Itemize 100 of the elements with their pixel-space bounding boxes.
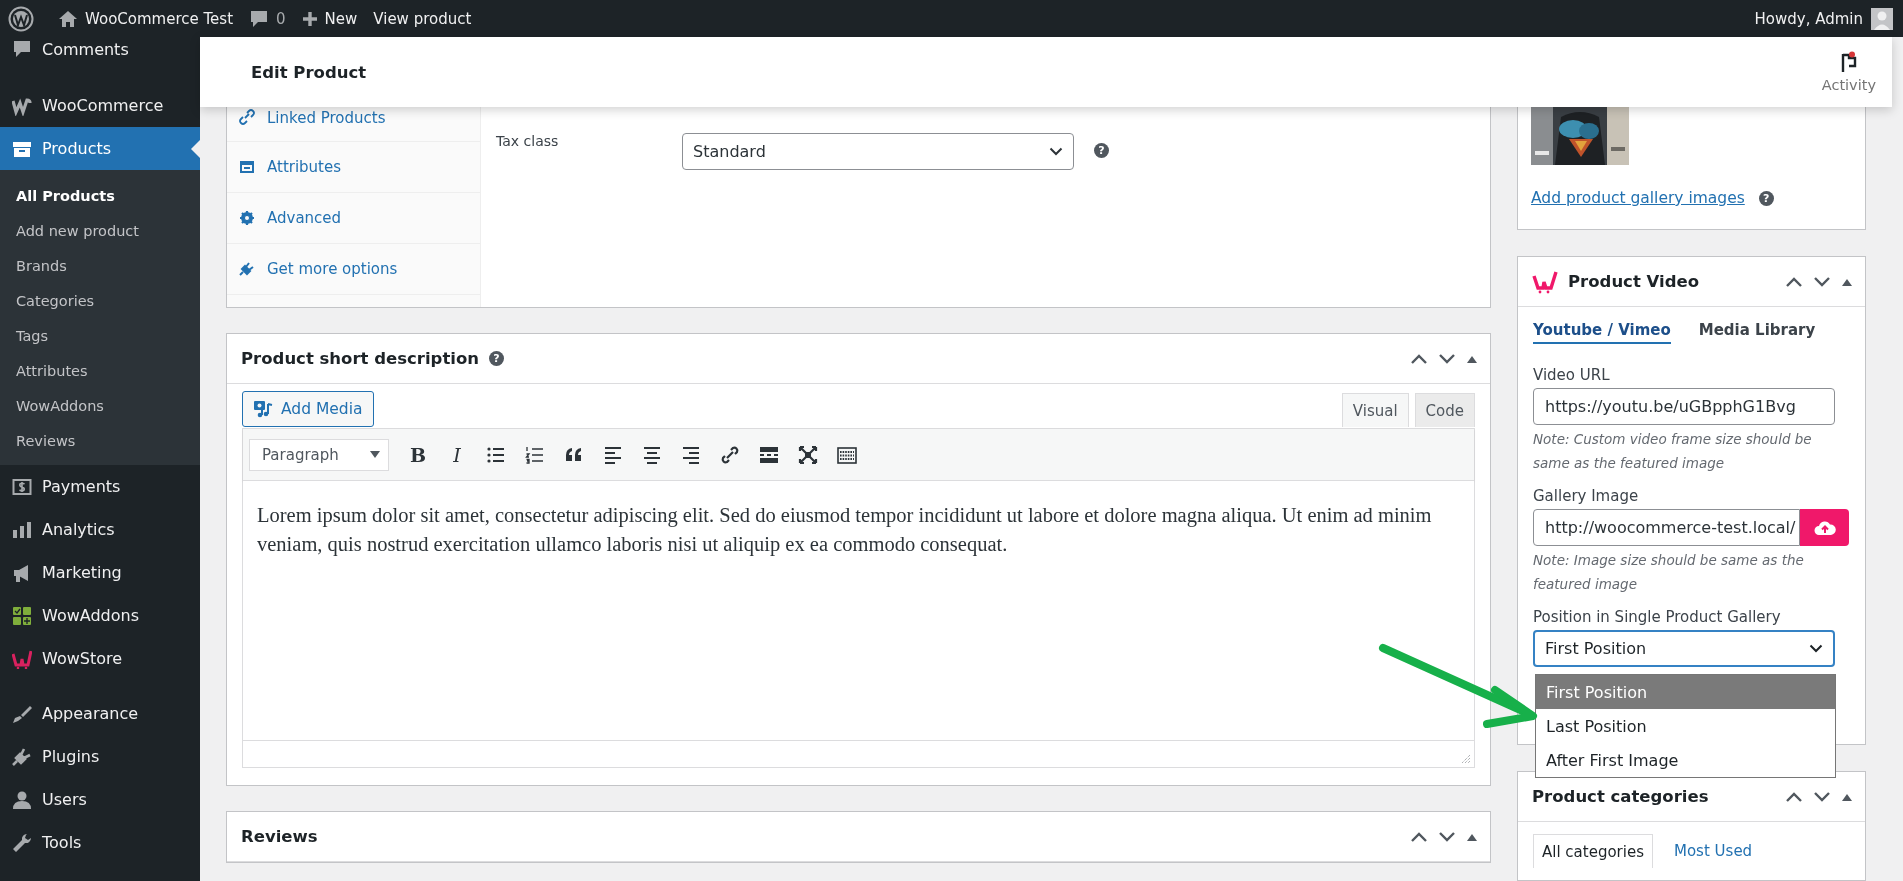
- gallery-link[interactable]: Add product gallery images: [1531, 189, 1745, 207]
- dropdown-option[interactable]: First Position: [1536, 675, 1835, 709]
- comments-link[interactable]: 0: [249, 8, 286, 29]
- help-icon[interactable]: ?: [489, 351, 505, 366]
- link-icon: [239, 109, 255, 125]
- account-link[interactable]: Howdy, Admin: [1754, 9, 1863, 28]
- sidebar-menu-item[interactable]: Analytics: [0, 508, 200, 551]
- video-source-tab[interactable]: Youtube / Vimeo: [1533, 321, 1671, 344]
- media-icon: [253, 400, 273, 418]
- new-link[interactable]: New: [301, 9, 358, 28]
- cloud-upload-icon: [1813, 519, 1836, 536]
- sidebar-menu-item[interactable]: Tools: [0, 821, 200, 864]
- sidebar-menu-item[interactable]: WooCommerce: [0, 84, 200, 127]
- submenu-item[interactable]: Add new product: [0, 213, 200, 248]
- gallery-image-field[interactable]: http://woocommerce-test.local/: [1533, 509, 1801, 546]
- align-center-icon[interactable]: [642, 444, 662, 465]
- resize-handle-icon[interactable]: [1461, 754, 1471, 764]
- field-label: Position in Single Product Gallery: [1533, 608, 1782, 626]
- submenu-item[interactable]: Attributes: [0, 353, 200, 388]
- editor-tab[interactable]: Visual: [1341, 393, 1409, 427]
- field-label: Video URL: [1533, 366, 1611, 384]
- move-up-icon[interactable]: [1410, 830, 1428, 843]
- view-product-link[interactable]: View product: [373, 9, 472, 28]
- move-up-icon[interactable]: [1785, 275, 1803, 288]
- sidebar-menu-item[interactable]: Marketing: [0, 551, 200, 594]
- product-data-tab[interactable]: Attributes: [227, 142, 480, 193]
- chevron-down-icon: [1809, 644, 1823, 653]
- sidebar-menu-item[interactable]: WowStore: [0, 637, 200, 680]
- wrench-icon: [12, 832, 32, 853]
- bold-button[interactable]: B: [400, 437, 436, 472]
- move-down-icon[interactable]: [1438, 830, 1456, 843]
- submenu-item[interactable]: All Products: [0, 178, 200, 213]
- position-select[interactable]: First Position: [1533, 630, 1835, 667]
- read-more-icon[interactable]: [759, 444, 779, 465]
- plug-icon: [12, 746, 32, 767]
- help-icon[interactable]: ?: [1758, 190, 1774, 206]
- field-label: Gallery Image: [1533, 487, 1640, 505]
- tax-class-select[interactable]: Standard: [682, 133, 1074, 170]
- link-icon[interactable]: [720, 444, 740, 465]
- product-data-tab[interactable]: Linked Products: [227, 107, 480, 142]
- help-icon[interactable]: ?: [1094, 143, 1109, 158]
- card-icon: [239, 159, 255, 175]
- italic-button[interactable]: I: [439, 437, 475, 472]
- product-data-tab[interactable]: Advanced: [227, 193, 480, 244]
- sidebar-menu-item[interactable]: Appearance: [0, 692, 200, 735]
- wordpress-logo-icon[interactable]: [8, 5, 34, 32]
- grid-icon: [12, 605, 32, 626]
- page-title: Edit Product: [251, 62, 368, 82]
- panel-title: Product short description: [241, 349, 480, 368]
- add-media-button[interactable]: Add Media: [242, 391, 374, 427]
- submenu-item[interactable]: Categories: [0, 283, 200, 318]
- video-source-tab[interactable]: Media Library: [1698, 321, 1816, 344]
- plus-icon: [301, 10, 318, 27]
- numbered-list-icon[interactable]: [525, 444, 545, 465]
- format-select[interactable]: Paragraph: [249, 438, 389, 471]
- upload-button[interactable]: [1800, 509, 1849, 546]
- caret-icon: [370, 451, 380, 458]
- avatar-icon: [1871, 7, 1893, 30]
- comment-icon: [249, 8, 270, 29]
- sidebar-menu-item[interactable]: Products: [0, 127, 200, 170]
- panel-title: Reviews: [241, 827, 318, 846]
- align-right-icon[interactable]: [681, 444, 701, 465]
- category-tab[interactable]: All categories: [1533, 834, 1653, 868]
- user-icon: [12, 789, 32, 810]
- logo-icon: [12, 95, 32, 116]
- comment-icon: [12, 39, 32, 59]
- sidebar-menu-item[interactable]: WowAddons: [0, 594, 200, 637]
- sidebar-menu-item[interactable]: Payments: [0, 465, 200, 508]
- submenu-item[interactable]: WowAddons: [0, 388, 200, 423]
- dropdown-option[interactable]: Last Position: [1536, 709, 1835, 743]
- category-tab[interactable]: Most Used: [1665, 834, 1762, 868]
- fullscreen-icon[interactable]: [798, 444, 818, 465]
- product-data-tab[interactable]: Get more options: [227, 244, 480, 295]
- sidebar-menu-item[interactable]: Users: [0, 778, 200, 821]
- align-left-icon[interactable]: [603, 444, 623, 465]
- move-down-icon[interactable]: [1813, 275, 1831, 288]
- activity-button[interactable]: Activity: [1815, 50, 1882, 94]
- dropdown-option[interactable]: After First Image: [1536, 743, 1835, 777]
- move-down-icon[interactable]: [1813, 790, 1831, 803]
- panel-title: Product categories: [1532, 787, 1709, 806]
- editor-tab[interactable]: Code: [1414, 393, 1475, 427]
- brush-icon: [12, 703, 32, 724]
- cart-icon: [12, 648, 32, 669]
- submenu-item[interactable]: Tags: [0, 318, 200, 353]
- gear-icon: [239, 210, 255, 226]
- video-url-field[interactable]: https://youtu.be/uGBpphG1Bvg: [1533, 388, 1835, 425]
- sidebar-menu-item[interactable]: Plugins: [0, 735, 200, 778]
- move-up-icon[interactable]: [1785, 790, 1803, 803]
- field-note: Note: Image size should be same as the featured image: [1533, 551, 1805, 594]
- move-up-icon[interactable]: [1410, 352, 1428, 365]
- keyboard-icon[interactable]: [837, 444, 857, 465]
- submenu-item[interactable]: Reviews: [0, 423, 200, 458]
- submenu-item[interactable]: Brands: [0, 248, 200, 283]
- plug-icon: [239, 261, 255, 277]
- sidebar-menu-item[interactable]: Comments: [0, 37, 200, 61]
- site-link[interactable]: WooCommerce Test: [58, 9, 234, 28]
- field-note: Note: Custom video frame size should be same as the featured image: [1533, 430, 1813, 473]
- move-down-icon[interactable]: [1438, 352, 1456, 365]
- banknote-icon: [12, 476, 32, 497]
- chevron-down-icon: [1049, 147, 1063, 156]
